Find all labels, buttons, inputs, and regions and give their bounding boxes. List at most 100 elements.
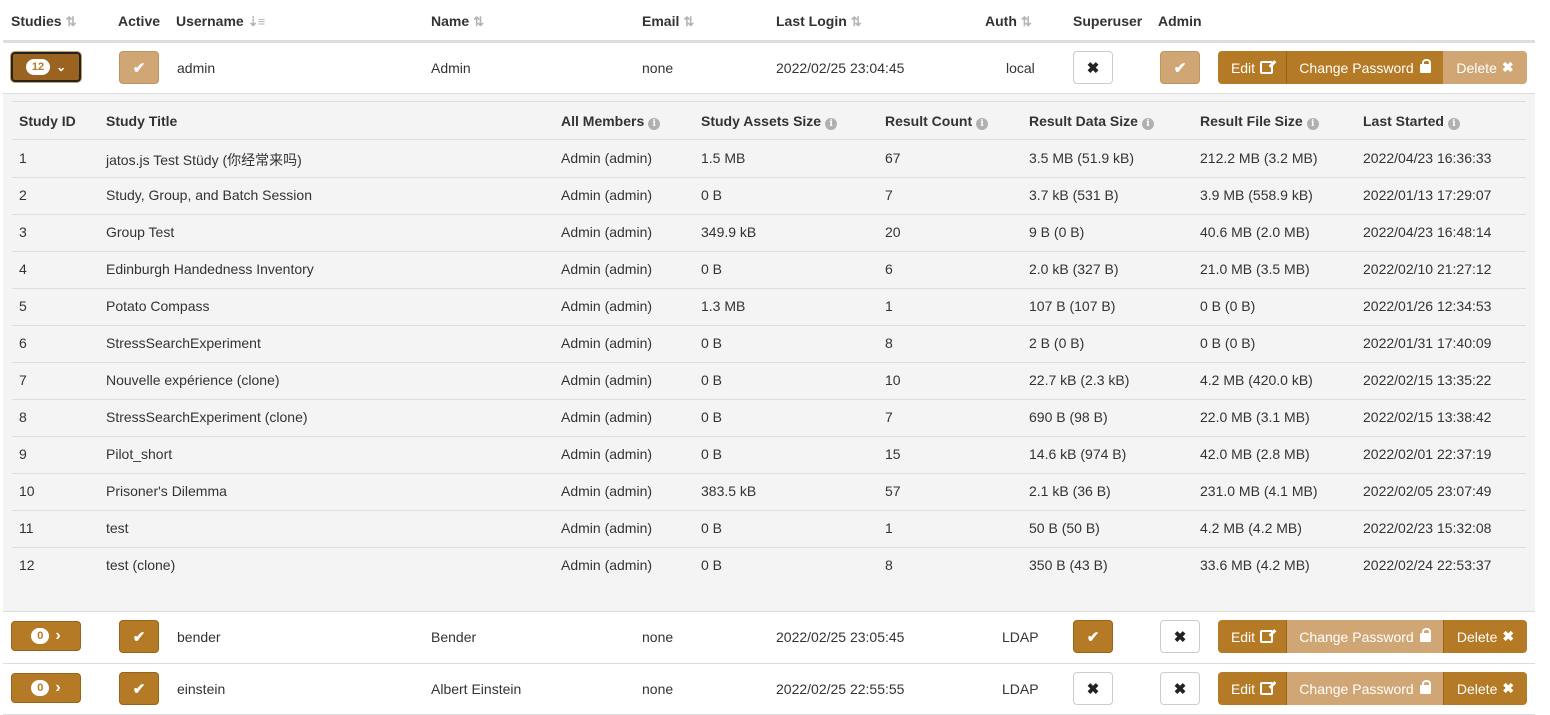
study-result-count: 7 <box>885 187 893 203</box>
info-icon[interactable]: i <box>976 118 989 130</box>
subheader-assets-size: Study Assets Size i <box>701 113 838 130</box>
auth: local <box>1006 60 1035 76</box>
study-title: StressSearchExperiment (clone) <box>106 409 308 425</box>
study-title: StressSearchExperiment <box>106 335 261 351</box>
study-result-file-size: 212.2 MB (3.2 MB) <box>1200 150 1318 166</box>
header-name[interactable]: Name ⇅ <box>431 13 484 30</box>
delete-button[interactable]: Delete ✖ <box>1443 51 1527 84</box>
sort-icon[interactable]: ⇅ <box>1021 14 1032 29</box>
username: einstein <box>177 681 226 697</box>
header-email[interactable]: Email ⇅ <box>642 13 694 30</box>
email: none <box>642 629 674 645</box>
edit-icon <box>1260 61 1274 74</box>
study-result-count: 1 <box>885 298 893 314</box>
edit-button[interactable]: Edit <box>1218 672 1286 705</box>
user-actions: Edit Change Password Delete ✖ <box>1218 672 1527 705</box>
sort-icon[interactable]: ⇅ <box>66 14 77 29</box>
study-id: 10 <box>19 483 35 499</box>
info-icon[interactable]: i <box>1306 118 1319 130</box>
last-login: 2022/02/25 23:05:45 <box>776 629 905 645</box>
study-row-divider <box>12 325 1526 326</box>
superuser-toggle[interactable]: ✖ <box>1073 51 1113 84</box>
sort-icon[interactable]: ⇅ <box>683 14 694 29</box>
header-studies[interactable]: Studies ⇅ <box>11 13 77 30</box>
change-password-button[interactable]: Change Password <box>1286 672 1443 705</box>
edit-button[interactable]: Edit <box>1218 620 1286 653</box>
header-divider <box>3 40 1535 43</box>
sort-icon[interactable]: ⇅ <box>851 14 862 29</box>
change-password-button[interactable]: Change Password <box>1286 620 1443 653</box>
admin-toggle[interactable]: ✖ <box>1160 672 1200 705</box>
superuser-toggle[interactable]: ✔ <box>1073 620 1113 653</box>
subheader-last-started: Last Started i <box>1363 113 1460 130</box>
study-assets-size: 0 B <box>701 187 723 203</box>
study-result-count: 20 <box>885 224 901 240</box>
info-icon[interactable]: i <box>825 118 838 130</box>
sort-icon[interactable]: ⇅ <box>473 14 484 29</box>
subheader-result-count: Result Count i <box>885 113 989 130</box>
study-last-started: 2022/04/23 16:48:14 <box>1363 224 1492 240</box>
study-title: Potato Compass <box>106 298 210 314</box>
study-assets-size: 0 B <box>701 409 723 425</box>
active-toggle[interactable]: ✔ <box>119 51 159 84</box>
study-assets-size: 0 B <box>701 557 723 573</box>
studies-count-badge: 0 <box>31 628 50 644</box>
active-toggle[interactable]: ✔ <box>119 672 159 705</box>
superuser-toggle[interactable]: ✖ <box>1073 672 1113 705</box>
email: none <box>642 681 674 697</box>
admin-toggle[interactable]: ✖ <box>1160 620 1200 653</box>
study-assets-size: 0 B <box>701 446 723 462</box>
study-result-file-size: 40.6 MB (2.0 MB) <box>1200 224 1310 240</box>
admin-toggle[interactable]: ✔ <box>1160 51 1200 84</box>
studies-count-badge: 12 <box>25 59 51 75</box>
auth: LDAP <box>1002 629 1039 645</box>
subheader-divider <box>12 139 1526 140</box>
active-toggle[interactable]: ✔ <box>119 620 159 653</box>
header-superuser: Superuser <box>1073 13 1143 29</box>
study-title: Edinburgh Handedness Inventory <box>106 261 314 277</box>
study-title: jatos.js Test Stüdy (你经常来吗) <box>106 152 302 168</box>
study-members: Admin (admin) <box>561 298 653 314</box>
studies-toggle-button[interactable]: 0 › <box>11 621 81 651</box>
study-id: 8 <box>19 409 27 425</box>
studies-toggle-button[interactable]: 0 › <box>11 673 81 703</box>
study-last-started: 2022/02/15 13:35:22 <box>1363 372 1492 388</box>
header-admin: Admin <box>1158 13 1202 29</box>
sort-active-icon[interactable]: ⇣≡ <box>248 14 266 29</box>
delete-button[interactable]: Delete ✖ <box>1443 672 1527 705</box>
info-icon[interactable]: i <box>1447 118 1460 130</box>
cross-icon: ✖ <box>1502 680 1515 696</box>
name: Bender <box>431 629 477 645</box>
study-id: 12 <box>19 557 35 573</box>
auth: LDAP <box>1002 681 1039 697</box>
info-icon[interactable]: i <box>648 118 661 130</box>
edit-button[interactable]: Edit <box>1218 51 1286 84</box>
study-title: Group Test <box>106 224 175 240</box>
study-row-divider <box>12 473 1526 474</box>
study-assets-size: 383.5 kB <box>701 483 757 499</box>
study-id: 6 <box>19 335 27 351</box>
header-active: Active <box>118 13 161 29</box>
study-result-data-size: 350 B (43 B) <box>1029 557 1108 573</box>
study-members: Admin (admin) <box>561 261 653 277</box>
study-last-started: 2022/02/01 22:37:19 <box>1363 446 1492 462</box>
study-row-divider <box>12 362 1526 363</box>
study-result-count: 8 <box>885 557 893 573</box>
study-assets-size: 0 B <box>701 520 723 536</box>
cross-icon: ✖ <box>1502 628 1515 644</box>
delete-button[interactable]: Delete ✖ <box>1443 620 1527 653</box>
edit-icon <box>1260 630 1274 643</box>
header-last-login[interactable]: Last Login ⇅ <box>776 13 862 30</box>
change-password-button[interactable]: Change Password <box>1286 51 1443 84</box>
header-username[interactable]: Username ⇣≡ <box>176 13 266 30</box>
study-row-divider <box>12 436 1526 437</box>
header-auth[interactable]: Auth ⇅ <box>985 13 1032 30</box>
study-members: Admin (admin) <box>561 372 653 388</box>
study-result-count: 7 <box>885 409 893 425</box>
studies-toggle-button[interactable]: 12 ⌄ <box>11 52 81 82</box>
study-id: 9 <box>19 446 27 462</box>
study-id: 5 <box>19 298 27 314</box>
info-icon[interactable]: i <box>1141 118 1154 130</box>
chevron-right-icon: › <box>55 627 61 644</box>
check-icon: ✔ <box>1173 59 1187 77</box>
